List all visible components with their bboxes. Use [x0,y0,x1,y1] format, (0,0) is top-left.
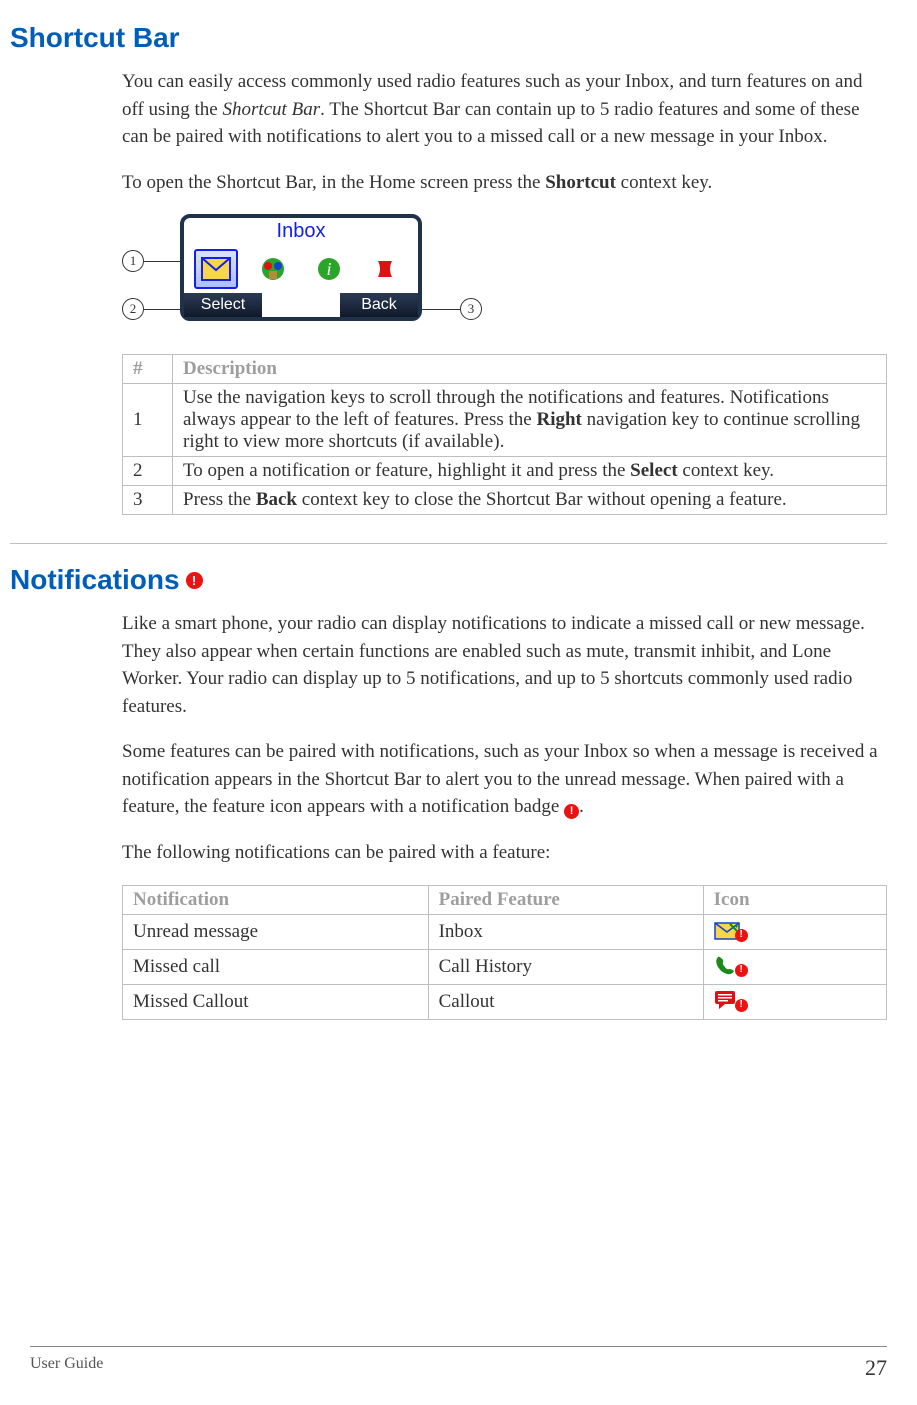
table-row: 3 Press the Back context key to close th… [123,486,887,515]
home-icon [251,249,295,289]
phone-badge-icon: ! [714,953,746,975]
table-header-description: Description [173,355,887,384]
paragraph: The following notifications can be paire… [122,839,887,867]
heading-notifications: Notifications ! [10,564,887,596]
text-span: context key to close the Shortcut Bar wi… [297,489,787,510]
table-cell: Callout [428,984,703,1019]
notification-badge-icon: ! [735,999,748,1012]
heading-shortcut-bar: Shortcut Bar [10,22,887,54]
notification-badge-icon: ! [186,572,203,589]
text-strong: Shortcut [545,172,616,193]
table-header-num: # [123,355,173,384]
device-title: Inbox [184,218,418,245]
softkey-select: Select [184,293,262,317]
table-row: 2 To open a notification or feature, hig… [123,457,887,486]
table-cell: 3 [123,486,173,515]
callout-line [144,261,180,262]
notification-badge-icon: ! [735,964,748,977]
table-cell: To open a notification or feature, highl… [173,457,887,486]
softkey-back: Back [340,293,418,317]
callout-line [422,309,460,310]
table-cell: 2 [123,457,173,486]
table-row: Unread message Inbox ! [123,914,887,949]
callout-label: 2 [122,298,144,320]
section-divider [10,543,887,544]
shortcut-bar-figure: 1 2 3 Inbox [122,214,482,334]
table-row: Missed Callout Callout ! [123,984,887,1019]
text-strong: Select [630,460,677,481]
pairing-table: Notification Paired Feature Icon Unread … [122,885,887,1020]
callout-label: 1 [122,250,144,272]
svg-text:i: i [327,259,332,279]
table-cell: Press the Back context key to close the … [173,486,887,515]
table-cell: Missed Callout [123,984,429,1019]
text-span: context key. [616,172,712,193]
table-cell: Call History [428,949,703,984]
text-span: . [579,796,584,817]
paragraph: To open the Shortcut Bar, in the Home sc… [122,169,887,197]
text-em: Shortcut Bar [222,99,320,120]
page-footer: User Guide 27 [30,1346,887,1381]
device-screenshot: Inbox [180,214,422,321]
footer-title: User Guide [30,1355,103,1381]
text-span: Press the [183,489,256,510]
text-strong: Back [256,489,297,510]
info-icon: i [307,249,351,289]
paragraph: Like a smart phone, your radio can displ… [122,610,887,720]
alert-icon [364,249,408,289]
heading-text: Notifications [10,564,180,596]
text-span: Some features can be paired with notific… [122,741,878,817]
text-span: To open the Shortcut Bar, in the Home sc… [122,172,545,193]
softkey-middle [262,293,340,317]
device-icons: i [184,245,418,293]
callout-label: 3 [460,298,482,320]
callout-line [144,309,180,310]
table-row: Missed call Call History ! [123,949,887,984]
table-cell: Unread message [123,914,429,949]
paragraph: Some features can be paired with notific… [122,738,887,821]
table-header-icon: Icon [703,885,886,914]
table-cell: Missed call [123,949,429,984]
table-cell: ! [703,914,886,949]
device-softkeys: Select Back [184,293,418,317]
table-header-feature: Paired Feature [428,885,703,914]
inbox-icon [194,249,238,289]
notification-badge-icon: ! [735,929,748,942]
text-span: context key. [678,460,774,481]
page-number: 27 [865,1355,887,1381]
table-cell: ! [703,984,886,1019]
notification-badge-icon: ! [564,804,579,819]
callout-badge-icon: ! [714,988,746,1010]
table-row: 1 Use the navigation keys to scroll thro… [123,384,887,457]
text-strong: Right [536,409,581,430]
table-cell: Inbox [428,914,703,949]
table-cell: Use the navigation keys to scroll throug… [173,384,887,457]
envelope-badge-icon: ! [714,918,746,940]
table-cell: 1 [123,384,173,457]
paragraph: You can easily access commonly used radi… [122,68,887,151]
description-table: # Description 1 Use the navigation keys … [122,354,887,515]
table-cell: ! [703,949,886,984]
text-span: To open a notification or feature, highl… [183,460,630,481]
table-header-notification: Notification [123,885,429,914]
